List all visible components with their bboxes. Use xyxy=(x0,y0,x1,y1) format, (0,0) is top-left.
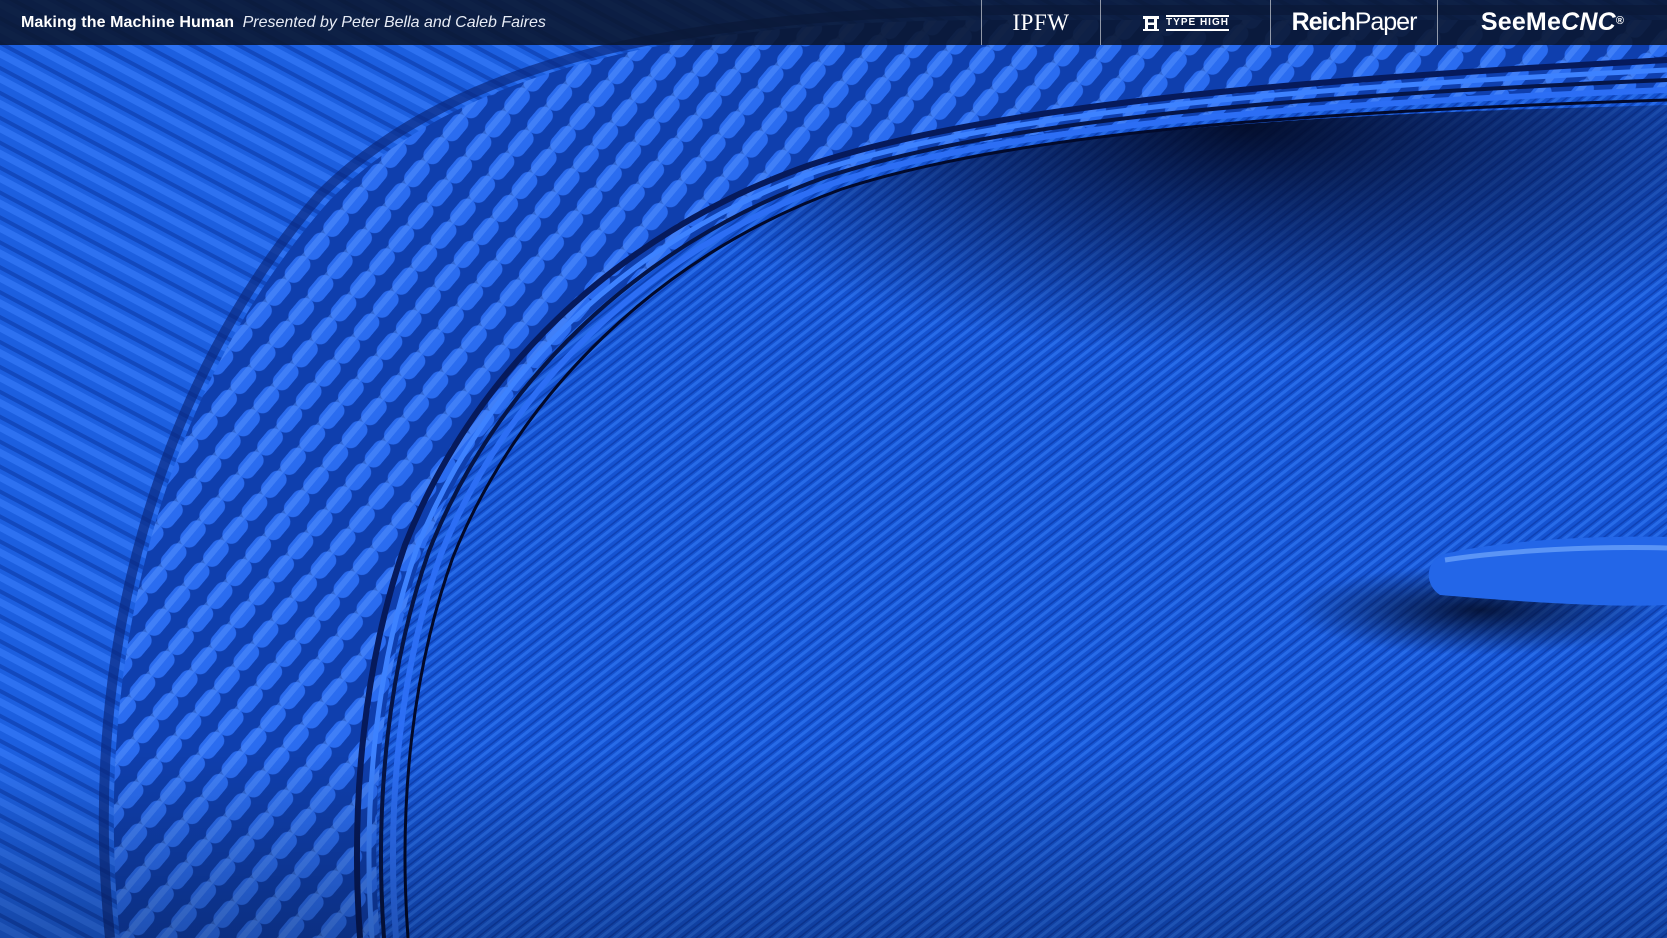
reich-logo-light: Paper xyxy=(1354,8,1418,36)
type-high-logo: TYPE HIGH xyxy=(1100,0,1270,45)
type-high-mark-icon xyxy=(1143,15,1160,31)
header-bar: Making the Machine Human Presented by Pe… xyxy=(0,0,1667,45)
type-high-logo-text: TYPE HIGH xyxy=(1166,14,1229,31)
seemecnc-logo: SeeMe CNC ® xyxy=(1437,0,1667,45)
slide: Making the Machine Human Presented by Pe… xyxy=(0,0,1667,938)
registered-mark: ® xyxy=(1615,14,1625,27)
background-photo xyxy=(0,0,1667,938)
sponsor-logos: IPFW TYPE HIGH Reich Paper SeeMe CNC ® xyxy=(981,0,1667,45)
presenter-credits: Presented by Peter Bella and Caleb Faire… xyxy=(242,13,546,31)
presentation-title: Making the Machine Human xyxy=(21,13,235,31)
seemecnc-logo-cnc: CNC xyxy=(1561,8,1616,36)
reich-logo-bold: Reich xyxy=(1291,8,1356,36)
reich-paper-logo: Reich Paper xyxy=(1270,0,1437,45)
ipfw-logo-text: IPFW xyxy=(1012,9,1070,35)
seemecnc-logo-prefix: SeeMe xyxy=(1480,8,1562,36)
presentation-title-line: Making the Machine Human Presented by Pe… xyxy=(0,14,981,32)
ipfw-logo: IPFW xyxy=(981,0,1100,45)
